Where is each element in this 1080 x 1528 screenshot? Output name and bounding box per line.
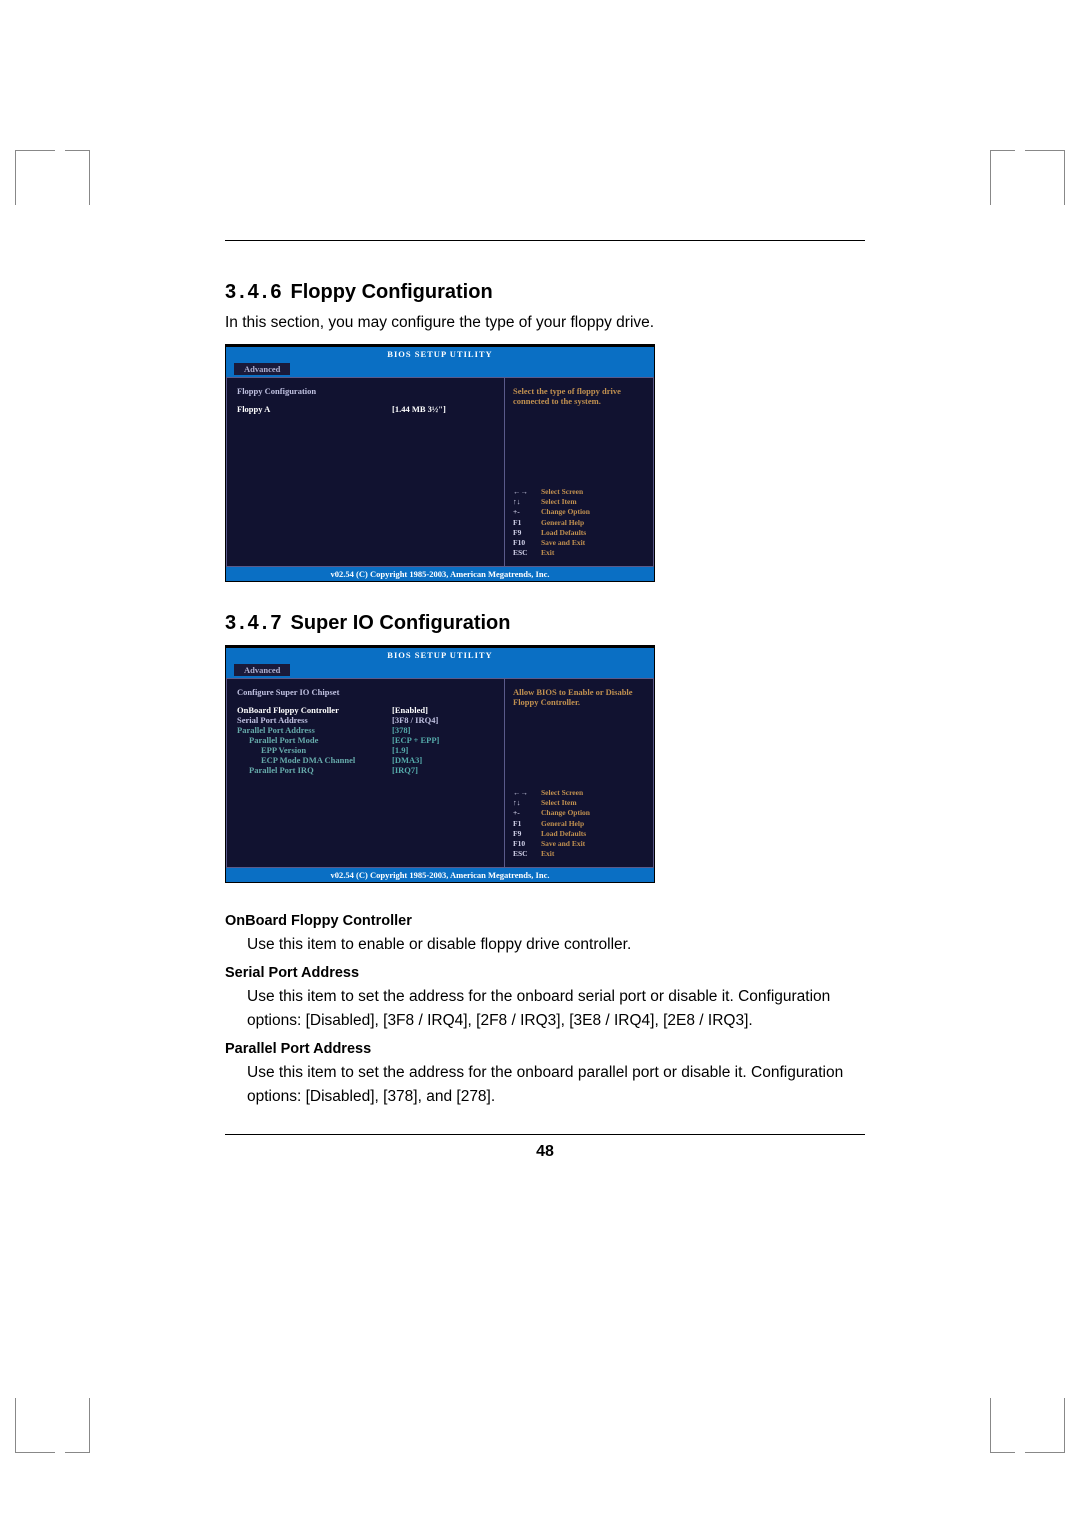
bios-left-pane: Configure Super IO Chipset OnBoard Flopp… — [226, 678, 504, 868]
bios-footer: v02.54 (C) Copyright 1985-2003, American… — [226, 868, 654, 882]
bios-footer: v02.54 (C) Copyright 1985-2003, American… — [226, 567, 654, 581]
bios-right-pane: Allow BIOS to Enable or Disable Floppy C… — [504, 678, 654, 868]
bottom-rule — [225, 1134, 865, 1135]
paragraph-serial: Use this item to set the address for the… — [247, 985, 865, 1033]
page-number: 48 — [225, 1143, 865, 1161]
bios-tabbar: Advanced — [226, 361, 654, 377]
bios-body: Configure Super IO Chipset OnBoard Flopp… — [226, 678, 654, 868]
bios-screenshot-floppy: BIOS SETUP UTILITY Advanced Floppy Confi… — [225, 344, 655, 582]
bios-row-label: Floppy A — [237, 404, 392, 414]
section-heading-superio: 3.4.7 Super IO Configuration — [225, 612, 865, 635]
crop-mark — [15, 150, 55, 205]
top-rule — [225, 240, 865, 241]
crop-mark — [990, 150, 1015, 205]
bios-row: Parallel Port IRQ[IRQ7] — [237, 765, 494, 775]
bios-help-text: Allow BIOS to Enable or Disable Floppy C… — [513, 687, 645, 707]
bios-row: Parallel Port Address[378] — [237, 725, 494, 735]
crop-mark — [15, 1398, 55, 1453]
section-title: Floppy Configuration — [290, 281, 492, 303]
bios-row: OnBoard Floppy Controller[Enabled] — [237, 705, 494, 715]
section-intro: In this section, you may configure the t… — [225, 314, 865, 332]
crop-mark — [990, 1398, 1015, 1453]
bios-tabbar: Advanced — [226, 662, 654, 678]
subheading-serial: Serial Port Address — [225, 965, 865, 981]
crop-mark — [1025, 150, 1065, 205]
bios-nav-keys: ←→Select Screen ↑↓Select Item +-Change O… — [513, 487, 645, 558]
bios-title: BIOS SETUP UTILITY — [226, 347, 654, 361]
bios-row-floppy-a: Floppy A [1.44 MB 3½"] — [237, 404, 494, 414]
bios-row-value: [1.44 MB 3½"] — [392, 404, 446, 414]
bios-row: Serial Port Address[3F8 / IRQ4] — [237, 715, 494, 725]
paragraph-onboard: Use this item to enable or disable flopp… — [247, 933, 865, 957]
bios-help-text: Select the type of floppy drive connecte… — [513, 386, 645, 406]
bios-nav-keys: ←→Select Screen ↑↓Select Item +-Change O… — [513, 788, 645, 859]
bios-tab-advanced: Advanced — [234, 363, 290, 375]
paragraph-parallel: Use this item to set the address for the… — [247, 1061, 865, 1109]
bios-row: Parallel Port Mode[ECP + EPP] — [237, 735, 494, 745]
bios-right-pane: Select the type of floppy drive connecte… — [504, 377, 654, 567]
crop-mark — [65, 150, 90, 205]
bios-row: ECP Mode DMA Channel[DMA3] — [237, 755, 494, 765]
bios-body: Floppy Configuration Floppy A [1.44 MB 3… — [226, 377, 654, 567]
page-content: 3.4.6 Floppy Configuration In this sectio… — [225, 150, 865, 1161]
bios-screenshot-superio: BIOS SETUP UTILITY Advanced Configure Su… — [225, 645, 655, 883]
subheading-parallel: Parallel Port Address — [225, 1041, 865, 1057]
bios-section-label: Floppy Configuration — [237, 386, 494, 396]
section-heading-floppy: 3.4.6 Floppy Configuration — [225, 281, 865, 304]
bios-tab-advanced: Advanced — [234, 664, 290, 676]
crop-mark — [1025, 1398, 1065, 1453]
section-number: 3.4.6 — [225, 281, 284, 303]
subheading-onboard: OnBoard Floppy Controller — [225, 913, 865, 929]
bios-title: BIOS SETUP UTILITY — [226, 648, 654, 662]
section-number: 3.4.7 — [225, 612, 284, 634]
crop-mark — [65, 1398, 90, 1453]
bios-section-label: Configure Super IO Chipset — [237, 687, 494, 697]
section-title: Super IO Configuration — [290, 612, 510, 634]
bios-row: EPP Version[1.9] — [237, 745, 494, 755]
bios-left-pane: Floppy Configuration Floppy A [1.44 MB 3… — [226, 377, 504, 567]
